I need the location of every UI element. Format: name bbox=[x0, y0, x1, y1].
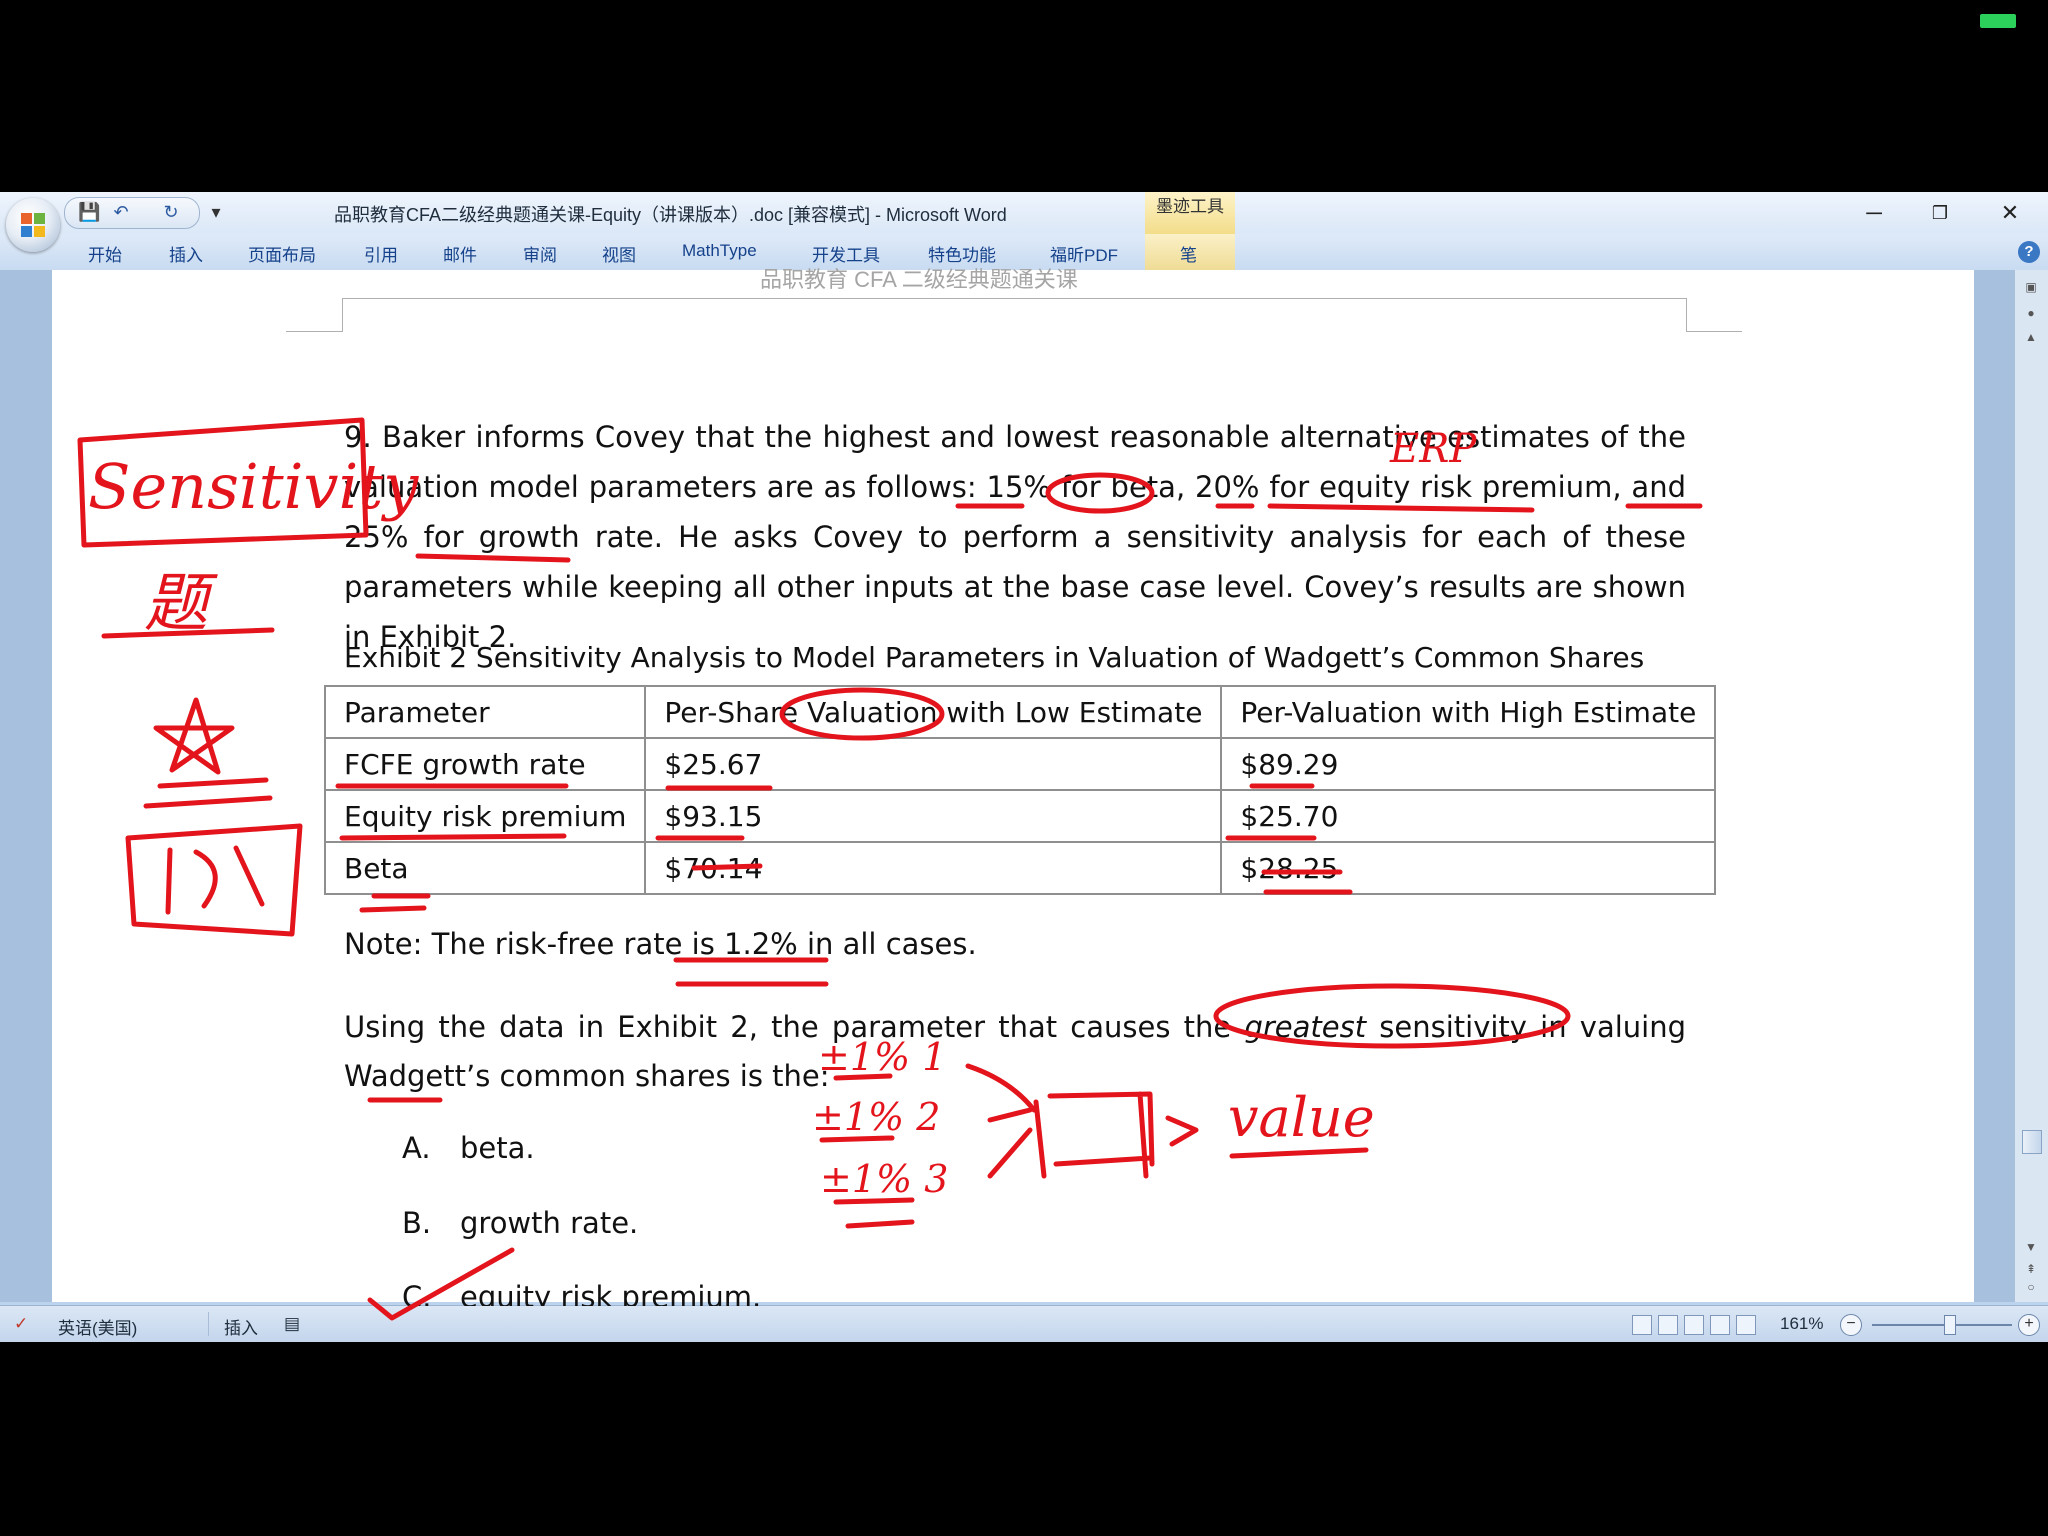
ink-tools-contextual-tab: 墨迹工具 bbox=[1145, 192, 1235, 234]
table-row: Equity risk premium $93.15 $25.70 bbox=[323, 789, 1717, 843]
ruler-toggle-icon[interactable]: ▣ bbox=[2022, 280, 2040, 294]
table-cell: Equity risk premium bbox=[323, 789, 647, 843]
status-bar: ✓ 英语(美国) 插入 ▤ 161% − + bbox=[0, 1305, 2048, 1342]
header-corner-mark bbox=[1686, 331, 1742, 332]
exhibit-caption: Exhibit 2 Sensitivity Analysis to Model … bbox=[344, 641, 1645, 674]
table-cell: Beta bbox=[323, 841, 647, 895]
table-header-cell: Per-Valuation with High Estimate bbox=[1220, 685, 1717, 739]
question-paragraph: 9. Baker informs Covey that the highest … bbox=[344, 420, 1686, 654]
question-emphasis: greatest bbox=[1244, 1010, 1367, 1044]
window-title: 品职教育CFA二级经典题通关课-Equity（讲课版本）.doc [兼容模式] … bbox=[334, 205, 1007, 225]
option-letter: C. bbox=[402, 1280, 432, 1306]
language-indicator[interactable]: 英语(美国) bbox=[58, 1314, 137, 1339]
office-button[interactable] bbox=[6, 198, 60, 252]
full-screen-reading-icon[interactable] bbox=[1658, 1315, 1678, 1335]
minimize-button[interactable]: ─ bbox=[1854, 198, 1894, 228]
table-header-cell: Parameter bbox=[323, 685, 647, 739]
question-stem: Using the data in Exhibit 2, the paramet… bbox=[344, 1003, 1686, 1101]
browse-object-icon[interactable]: ○ bbox=[2022, 1280, 2040, 1294]
table-cell: FCFE growth rate bbox=[323, 737, 647, 791]
tab-home[interactable]: 开始 bbox=[88, 241, 122, 266]
tab-pen[interactable]: 笔 bbox=[1180, 241, 1197, 266]
print-layout-view-icon[interactable] bbox=[1632, 1315, 1652, 1335]
insert-mode-indicator[interactable]: 插入 bbox=[224, 1314, 258, 1339]
vertical-scrollbar[interactable]: ▣ ● ▲ ▼ ⇞ ○ bbox=[2014, 270, 2048, 1302]
scroll-down-icon[interactable]: ▼ bbox=[2022, 1240, 2040, 1254]
draft-view-icon[interactable] bbox=[1736, 1315, 1756, 1335]
zoom-slider-thumb[interactable] bbox=[1944, 1315, 1956, 1335]
table-row: FCFE growth rate $25.67 $89.29 bbox=[323, 737, 1717, 791]
table-cell: $70.14 bbox=[644, 841, 1223, 895]
redo-icon[interactable]: ↻ bbox=[160, 200, 182, 224]
tab-view[interactable]: 视图 bbox=[602, 241, 636, 266]
customize-qat-icon[interactable]: ▾ bbox=[208, 200, 224, 224]
header-rule bbox=[342, 298, 1686, 299]
zoom-level[interactable]: 161% bbox=[1780, 1314, 1823, 1334]
table-cell: $28.25 bbox=[1220, 841, 1717, 895]
close-button[interactable]: ✕ bbox=[1990, 198, 2030, 228]
table-cell: $25.70 bbox=[1220, 789, 1717, 843]
answer-option-c: C. equity risk premium. bbox=[402, 1280, 761, 1306]
previous-page-icon[interactable]: ⇞ bbox=[2022, 1262, 2040, 1276]
undo-icon[interactable]: ↶ bbox=[110, 200, 132, 224]
scroll-up-icon[interactable]: ▲ bbox=[2022, 330, 2040, 344]
tab-review[interactable]: 审阅 bbox=[523, 241, 557, 266]
tab-page-layout[interactable]: 页面布局 bbox=[248, 241, 316, 266]
recording-indicator bbox=[1980, 14, 2016, 28]
exhibit-table: Parameter Per-Share Valuation with Low E… bbox=[323, 685, 1717, 895]
spelling-check-icon[interactable]: ✓ bbox=[14, 1314, 28, 1334]
tab-mathtype[interactable]: MathType bbox=[682, 241, 757, 261]
office-logo-icon bbox=[21, 213, 45, 237]
table-header-cell: Per-Share Valuation with Low Estimate bbox=[644, 685, 1223, 739]
running-header: 品职教育 CFA 二级经典题通关课 bbox=[760, 267, 1078, 292]
header-corner-mark bbox=[1686, 298, 1687, 332]
scrollbar-thumb[interactable] bbox=[2022, 1130, 2042, 1154]
zoom-in-button[interactable]: + bbox=[2018, 1314, 2040, 1336]
option-letter: A. bbox=[402, 1131, 431, 1165]
save-icon[interactable]: 💾 bbox=[78, 200, 100, 224]
status-separator bbox=[208, 1312, 209, 1336]
zoom-out-button[interactable]: − bbox=[1840, 1314, 1862, 1336]
tab-references[interactable]: 引用 bbox=[364, 241, 398, 266]
outline-view-icon[interactable] bbox=[1710, 1315, 1730, 1335]
question-text: Using the data in Exhibit 2, the paramet… bbox=[344, 1010, 1245, 1044]
restore-button[interactable]: ❐ bbox=[1920, 198, 1960, 228]
header-corner-mark bbox=[342, 298, 343, 332]
table-header-row: Parameter Per-Share Valuation with Low E… bbox=[323, 685, 1717, 739]
macro-recording-icon[interactable]: ▤ bbox=[284, 1314, 300, 1334]
option-text: equity risk premium. bbox=[460, 1280, 762, 1306]
answer-option-a: A. beta. bbox=[402, 1131, 535, 1165]
table-cell: $25.67 bbox=[644, 737, 1223, 791]
option-c-clip: C. equity risk premium. bbox=[360, 1272, 1960, 1306]
option-text: growth rate. bbox=[460, 1206, 639, 1240]
option-letter: B. bbox=[402, 1206, 432, 1240]
web-layout-icon[interactable] bbox=[1684, 1315, 1704, 1335]
help-icon[interactable]: ? bbox=[2018, 241, 2040, 263]
table-cell: $89.29 bbox=[1220, 737, 1717, 791]
title-bar: 💾 ↶ ↻ ▾ 品职教育CFA二级经典题通关课-Equity（讲课版本）.doc… bbox=[0, 192, 2048, 234]
tab-mailings[interactable]: 邮件 bbox=[443, 241, 477, 266]
zoom-slider[interactable] bbox=[1872, 1324, 2012, 1326]
exhibit-note: Note: The risk-free rate is 1.2% in all … bbox=[344, 927, 977, 961]
answer-option-b: B. growth rate. bbox=[402, 1206, 638, 1240]
tab-insert[interactable]: 插入 bbox=[169, 241, 203, 266]
table-cell: $93.15 bbox=[644, 789, 1223, 843]
select-browse-object-icon[interactable]: ● bbox=[2022, 306, 2040, 320]
table-row: Beta $70.14 $28.25 bbox=[323, 841, 1717, 895]
option-text: beta. bbox=[460, 1131, 535, 1165]
header-corner-mark bbox=[286, 331, 342, 332]
